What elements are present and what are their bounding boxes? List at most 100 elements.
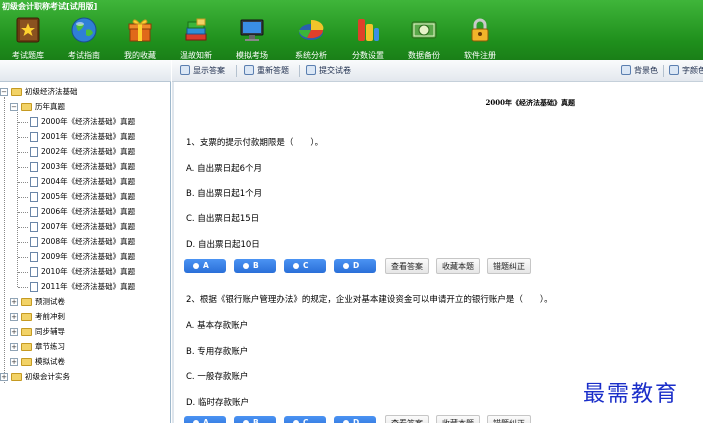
score-settings-icon xyxy=(358,19,379,41)
tree-guide-line xyxy=(18,287,28,288)
toolbar-review-button[interactable]: 温故知新 xyxy=(168,14,224,60)
splitter[interactable] xyxy=(172,82,174,423)
toolbar-score-settings-button[interactable]: 分数设置 xyxy=(340,14,396,60)
content-toolbar: 显示答案 重新答题 提交试卷 背景色 字颜色 xyxy=(172,60,703,82)
tree-item-year-paper[interactable]: 2008年《经济法基础》真题 xyxy=(30,235,170,250)
tree-item-label: 2006年《经济法基础》真题 xyxy=(41,207,136,216)
pie-chart-icon xyxy=(298,19,324,40)
question-2-choice-d[interactable]: D xyxy=(334,416,376,423)
question-2-choice-b[interactable]: B xyxy=(234,416,276,423)
expand-icon[interactable]: + xyxy=(10,343,18,351)
question-1-option-d: D. 自出票日起10日 xyxy=(186,240,260,250)
tree-item-year-paper[interactable]: 2004年《经济法基础》真题 xyxy=(30,175,170,190)
tree-item-label: 2004年《经济法基础》真题 xyxy=(41,177,136,186)
toolbar-backup-button[interactable]: 数据备份 xyxy=(396,14,452,60)
question-2-option-c: C. 一般存款账户 xyxy=(186,372,249,382)
palette-icon xyxy=(621,65,631,75)
question-2-report-error-button[interactable]: 错题纠正 xyxy=(487,415,531,423)
tree-guide-line xyxy=(18,167,28,168)
folder-open-icon xyxy=(21,103,32,111)
tree-item-year-paper[interactable]: 2002年《经济法基础》真题 xyxy=(30,145,170,160)
collapse-icon[interactable]: − xyxy=(10,103,18,111)
toolbar-exam-guide-button[interactable]: 考试指南 xyxy=(56,14,112,60)
document-icon xyxy=(30,207,38,217)
tree-item-label: 2008年《经济法基础》真题 xyxy=(41,237,136,246)
expand-icon[interactable]: + xyxy=(10,298,18,306)
question-1-choice-d[interactable]: D xyxy=(334,259,376,273)
document-icon xyxy=(30,267,38,277)
question-2-view-answer-button[interactable]: 查看答案 xyxy=(385,415,429,423)
tree-item-label: 2005年《经济法基础》真题 xyxy=(41,192,136,201)
tree-item-label: 2007年《经济法基础》真题 xyxy=(41,222,136,231)
question-2-choice-a[interactable]: A xyxy=(184,416,226,423)
tree-item-year-paper[interactable]: 2010年《经济法基础》真题 xyxy=(30,265,170,280)
question-1-choice-c[interactable]: C xyxy=(284,259,326,273)
tree-root-accounting-practice[interactable]: + 初级会计实务 xyxy=(0,370,170,385)
tree-group-item[interactable]: + 同步辅导 xyxy=(10,325,170,340)
tree-guide-line xyxy=(17,112,18,287)
question-1-favorite-button[interactable]: 收藏本题 xyxy=(436,258,480,274)
globe-icon xyxy=(71,17,97,43)
document-icon xyxy=(30,132,38,142)
tree-group-item[interactable]: + 预测试卷 xyxy=(10,295,170,310)
radio-icon xyxy=(193,263,199,269)
tree-guide-line xyxy=(18,197,28,198)
toolbar-separator xyxy=(663,65,664,77)
document-icon xyxy=(30,222,38,232)
tree-item-year-paper[interactable]: 2009年《经济法基础》真题 xyxy=(30,250,170,265)
tree-guide-line xyxy=(18,182,28,183)
tree-item-year-paper[interactable]: 2003年《经济法基础》真题 xyxy=(30,160,170,175)
question-1-choice-b[interactable]: B xyxy=(234,259,276,273)
tree-item-label: 2002年《经济法基础》真题 xyxy=(41,147,136,156)
document-icon xyxy=(30,252,38,262)
document-icon xyxy=(30,177,38,187)
toolbar-separator xyxy=(299,65,300,77)
tree-group-label: 考前冲刺 xyxy=(35,312,65,321)
document-icon xyxy=(30,192,38,202)
folder-icon xyxy=(21,328,32,336)
tree-group-label: 同步辅导 xyxy=(35,327,65,336)
question-1-choice-a[interactable]: A xyxy=(184,259,226,273)
question-2-option-d: D. 临时存款账户 xyxy=(186,398,249,408)
tree-item-year-paper[interactable]: 2001年《经济法基础》真题 xyxy=(30,130,170,145)
question-1-option-c: C. 自出票日起15日 xyxy=(186,214,260,224)
tree-item-year-paper[interactable]: 2007年《经济法基础》真题 xyxy=(30,220,170,235)
tree-root-economic-law[interactable]: − 初级经济法基础 xyxy=(0,85,170,100)
toolbar-favorites-button[interactable]: 我的收藏 xyxy=(112,14,168,60)
tree-item-year-paper[interactable]: 2011年《经济法基础》真题 xyxy=(30,280,170,295)
collapse-icon[interactable]: − xyxy=(0,88,8,96)
lock-icon xyxy=(471,18,489,42)
tree-item-year-paper[interactable]: 2005年《经济法基础》真题 xyxy=(30,190,170,205)
tree-item-year-paper[interactable]: 2000年《经济法基础》真题 xyxy=(30,115,170,130)
question-1-view-answer-button[interactable]: 查看答案 xyxy=(385,258,429,274)
toolbar-separator xyxy=(236,65,237,77)
expand-icon[interactable]: + xyxy=(10,328,18,336)
expand-icon[interactable]: + xyxy=(0,373,8,381)
tree-guide-line xyxy=(4,97,5,383)
toolbar-question-bank-button[interactable]: 考试题库 xyxy=(0,14,56,60)
question-2-favorite-button[interactable]: 收藏本题 xyxy=(436,415,480,423)
tree-item-label: 2000年《经济法基础》真题 xyxy=(41,117,136,126)
toolbar-register-button[interactable]: 软件注册 xyxy=(452,14,508,60)
question-2-choice-c[interactable]: C xyxy=(284,416,326,423)
tree-guide-line xyxy=(18,242,28,243)
expand-icon[interactable]: + xyxy=(10,358,18,366)
expand-icon[interactable]: + xyxy=(10,313,18,321)
tree-group-past-exams[interactable]: − 历年真题 xyxy=(10,100,170,115)
folder-icon xyxy=(21,298,32,306)
question-1-report-error-button[interactable]: 错题纠正 xyxy=(487,258,531,274)
toolbar-analysis-button[interactable]: 系统分析 xyxy=(283,14,339,60)
radio-icon xyxy=(343,263,349,269)
tree-group-item[interactable]: + 模拟试卷 xyxy=(10,355,170,370)
tree-item-label: 2001年《经济法基础》真题 xyxy=(41,132,136,141)
tree-guide-line xyxy=(18,137,28,138)
tree-group-item[interactable]: + 章节练习 xyxy=(10,340,170,355)
tree-group-item[interactable]: + 考前冲刺 xyxy=(10,310,170,325)
toolbar-mock-exam-button[interactable]: 模拟考场 xyxy=(224,14,280,60)
tree-guide-line xyxy=(18,227,28,228)
question-2-option-b: B. 专用存款账户 xyxy=(186,347,249,357)
tree-guide-line xyxy=(18,152,28,153)
app-title: 初级会计职称考试[试用版] xyxy=(2,2,98,11)
document-icon xyxy=(30,282,38,292)
tree-item-year-paper[interactable]: 2006年《经济法基础》真题 xyxy=(30,205,170,220)
